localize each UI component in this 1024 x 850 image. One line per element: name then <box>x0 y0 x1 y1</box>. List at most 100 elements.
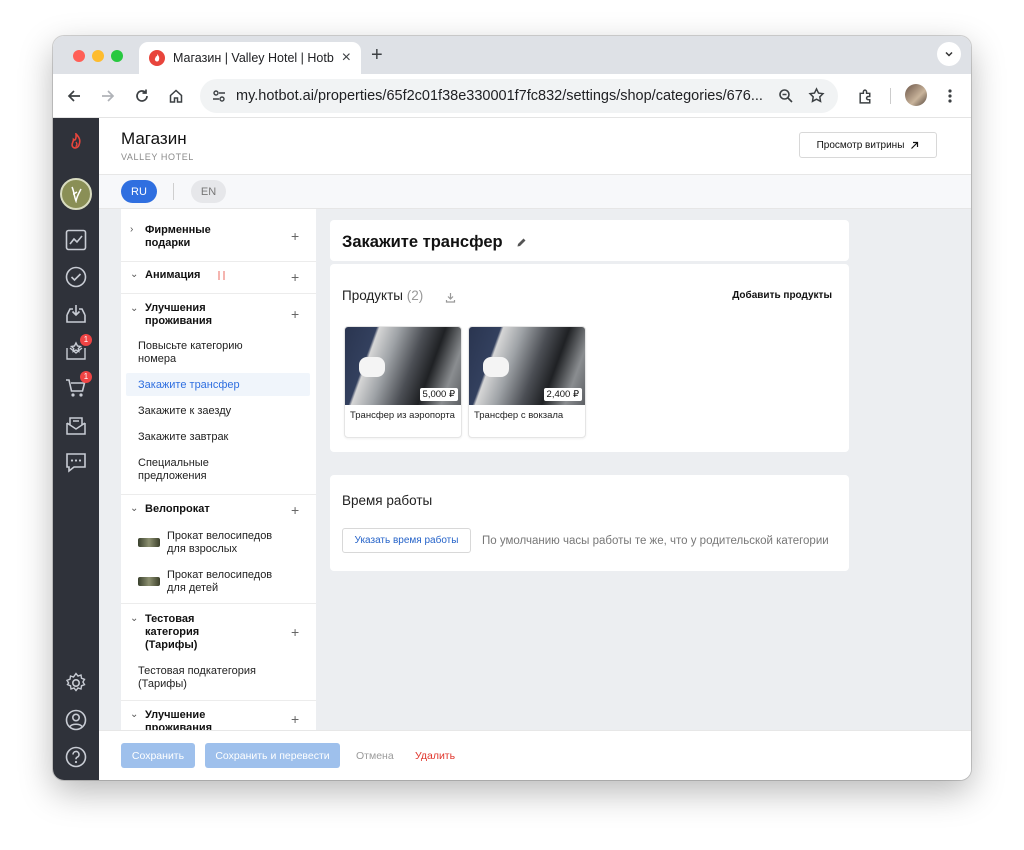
home-icon[interactable] <box>164 84 188 108</box>
extensions-icon[interactable] <box>853 84 877 108</box>
tab-title: Магазин | Valley Hotel | Hotbot <box>173 51 334 65</box>
add-subcategory-icon[interactable]: + <box>291 306 299 322</box>
working-hours-card: Время работы Указать время работы По умо… <box>330 475 849 571</box>
profile-avatar[interactable] <box>905 84 927 106</box>
product-name: Трансфер с вокзала <box>474 410 564 421</box>
lang-ru-tab[interactable]: RU <box>121 180 157 203</box>
product-card[interactable]: 2,400 ₽ Трансфер с вокзала <box>468 326 586 438</box>
category-tree: › Фирменные подарки + ⌄ Анимация + ⌄ Улу… <box>121 209 316 730</box>
shop-cart-icon[interactable]: 1 <box>64 371 92 400</box>
subcategory-bike-adults[interactable]: Прокат велосипедов для взрослых <box>167 530 287 556</box>
user-profile-icon[interactable] <box>64 708 88 732</box>
category-gifts[interactable]: › Фирменные подарки + <box>121 209 316 261</box>
products-label: Продукты <box>342 288 403 303</box>
bike-thumbnail <box>138 577 160 586</box>
settings-gear-icon[interactable] <box>64 671 88 695</box>
tasks-check-icon[interactable] <box>64 265 88 289</box>
add-subcategory-icon[interactable]: + <box>291 624 299 640</box>
category-title: Закажите трансфер <box>342 233 503 251</box>
category-label: Велопрокат <box>145 503 210 515</box>
category-label: Тестовая категория (Тарифы) <box>145 613 200 651</box>
site-settings-icon[interactable] <box>211 88 227 109</box>
browser-window: Магазин | Valley Hotel | Hotbot × + my.h… <box>53 36 971 780</box>
category-test[interactable]: ⌄ Тестовая категория (Тарифы) + Тестовая… <box>121 604 316 700</box>
reload-icon[interactable] <box>130 84 154 108</box>
help-icon[interactable] <box>64 745 88 769</box>
subcategory-arrival[interactable]: Закажите к заезду <box>138 405 231 418</box>
product-image-glove <box>359 357 385 377</box>
save-and-translate-button[interactable]: Сохранить и перевести <box>205 743 340 768</box>
zoom-window-button[interactable] <box>111 50 123 62</box>
add-subcategory-icon[interactable]: + <box>291 502 299 518</box>
mail-campaign-icon[interactable] <box>64 413 88 437</box>
external-link-icon <box>911 141 919 149</box>
property-avatar[interactable] <box>60 178 92 210</box>
forward-icon[interactable] <box>96 84 120 108</box>
subcategory-breakfast[interactable]: Закажите завтрак <box>138 431 228 444</box>
product-card[interactable]: 5,000 ₽ Трансфер из аэропорта <box>344 326 462 438</box>
analytics-icon[interactable] <box>64 228 88 252</box>
page-header: Магазин VALLEY HOTEL Просмотр витрины <box>99 118 971 175</box>
category-animation[interactable]: ⌄ Анимация + <box>121 262 316 293</box>
product-name: Трансфер из аэропорта <box>350 410 455 421</box>
category-label: Улучшения проживания <box>145 302 213 327</box>
main-content: Магазин VALLEY HOTEL Просмотр витрины RU… <box>99 118 971 780</box>
add-products-button[interactable]: Добавить продукты <box>732 290 832 301</box>
back-icon[interactable] <box>62 84 86 108</box>
minimize-window-button[interactable] <box>92 50 104 62</box>
subcategory-transfer[interactable]: Закажите трансфер <box>138 379 240 392</box>
edit-pencil-icon[interactable] <box>516 235 527 253</box>
more-menu-icon[interactable] <box>938 84 962 108</box>
chevron-down-icon[interactable]: ⌄ <box>130 303 138 314</box>
close-tab-icon[interactable]: × <box>342 50 351 66</box>
bookmark-star-icon[interactable] <box>808 87 825 109</box>
zoom-icon[interactable] <box>778 88 794 109</box>
add-subcategory-icon[interactable]: + <box>291 269 299 285</box>
tab-bar: Магазин | Valley Hotel | Hotbot × + <box>53 36 971 74</box>
browser-tab[interactable]: Магазин | Valley Hotel | Hotbot × <box>139 42 361 74</box>
browser-toolbar: my.hotbot.ai/properties/65f2c01f38e33000… <box>53 74 971 118</box>
close-window-button[interactable] <box>73 50 85 62</box>
page-title: Магазин <box>121 129 187 148</box>
save-button[interactable]: Сохранить <box>121 743 195 768</box>
chat-icon[interactable] <box>64 450 88 474</box>
toolbar-divider <box>890 88 891 104</box>
subcategory-special-offers[interactable]: Специальные предложения <box>138 457 248 483</box>
chevron-down-icon[interactable]: ⌄ <box>130 709 138 720</box>
category-bike[interactable]: ⌄ Велопрокат + Прокат велосипедов для вз… <box>121 495 316 603</box>
chevron-down-icon[interactable]: ⌄ <box>130 613 138 624</box>
showcase-preview-button[interactable]: Просмотр витрины <box>799 132 937 158</box>
hotbot-logo-icon[interactable] <box>64 130 88 154</box>
reviews-star-icon[interactable]: 1 <box>64 334 92 363</box>
form-footer: Сохранить Сохранить и перевести Отмена У… <box>99 730 971 780</box>
add-subcategory-icon[interactable]: + <box>291 228 299 244</box>
new-tab-button[interactable]: + <box>371 44 383 67</box>
cancel-button[interactable]: Отмена <box>356 750 394 762</box>
add-subcategory-icon[interactable]: + <box>291 711 299 727</box>
chevron-down-icon[interactable]: ⌄ <box>130 503 138 514</box>
hidden-status-icon <box>218 271 225 280</box>
set-working-hours-button[interactable]: Указать время работы <box>342 528 471 553</box>
download-icon[interactable] <box>445 290 456 308</box>
category-upgrade-single[interactable]: ⌄ Улучшение проживания + <box>121 701 316 730</box>
subcategory-bike-kids[interactable]: Прокат велосипедов для детей <box>167 569 287 595</box>
lang-en-tab[interactable]: EN <box>191 180 226 203</box>
working-hours-note: По умолчанию часы работы те же, что у ро… <box>482 535 829 547</box>
products-count: (2) <box>406 288 424 303</box>
hotbot-favicon-icon <box>149 50 165 66</box>
product-price: 5,000 ₽ <box>419 388 458 401</box>
products-card: Продукты (2) Добавить продукты 5,000 ₽ Т… <box>330 264 849 452</box>
address-bar[interactable]: my.hotbot.ai/properties/65f2c01f38e33000… <box>200 79 838 113</box>
chevron-right-icon[interactable]: › <box>130 224 133 235</box>
tab-search-button[interactable] <box>937 42 961 66</box>
inbox-download-icon[interactable] <box>64 302 88 326</box>
chevron-down-icon[interactable]: ⌄ <box>130 269 138 280</box>
subcategory-test-rates[interactable]: Тестовая подкатегория (Тарифы) <box>138 665 278 691</box>
category-title-card: Закажите трансфер <box>330 220 849 261</box>
product-image-glove <box>483 357 509 377</box>
delete-button[interactable]: Удалить <box>415 750 455 762</box>
subcategory-upgrade-room[interactable]: Повысьте категорию номера <box>138 340 268 366</box>
category-upgrades[interactable]: ⌄ Улучшения проживания + Повысьте катего… <box>121 294 316 494</box>
product-price: 2,400 ₽ <box>543 388 582 401</box>
shop-badge: 1 <box>80 371 92 383</box>
